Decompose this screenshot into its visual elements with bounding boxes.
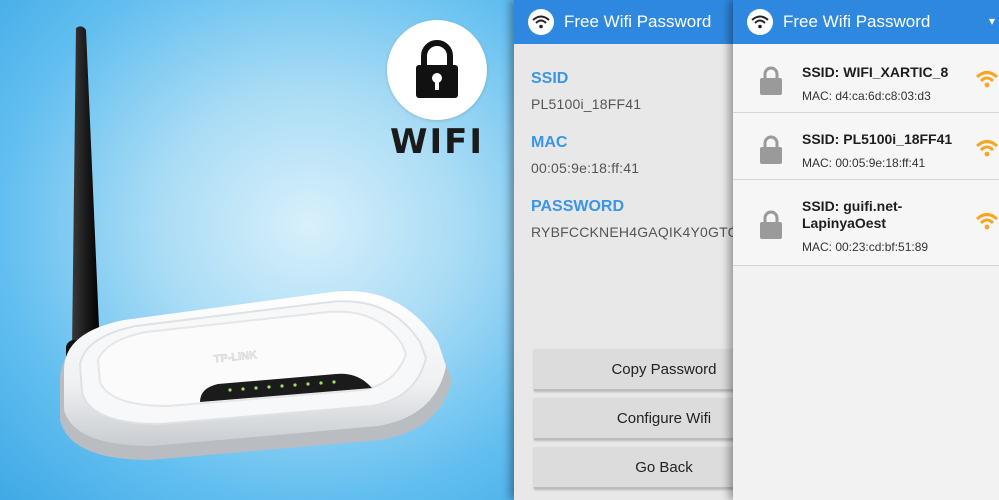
lock-icon: [760, 135, 782, 164]
app-bar: Free Wifi Password ▾: [733, 0, 999, 44]
network-list-screen: Free Wifi Password ▾ SSID: WIFI_XARTIC_8…: [733, 0, 999, 500]
wifi-app-icon: [528, 9, 554, 35]
configure-wifi-label: Configure Wifi: [616, 410, 712, 427]
password-label: PASSWORD: [531, 198, 625, 215]
network-ssid-line2: LapinyaOest: [802, 215, 887, 231]
network-mac: MAC: 00:05:9e:18:ff:41: [802, 156, 926, 170]
lock-icon: [760, 66, 782, 95]
network-list-item[interactable]: SSID: WIFI_XARTIC_8 MAC: d4:ca:6d:c8:03:…: [733, 44, 999, 113]
go-back-button[interactable]: Go Back: [534, 447, 736, 489]
network-ssid: SSID: WIFI_XARTIC_8: [802, 64, 949, 80]
mac-value: 00:05:9e:18:ff:41: [531, 160, 640, 176]
app-title: Free Wifi Password: [783, 12, 931, 31]
details-screen: Free Wifi Password SSID PL5100i_18FF41 M…: [514, 0, 736, 500]
app-bar: Free Wifi Password: [514, 0, 736, 44]
ssid-value: PL5100i_18FF41: [531, 96, 642, 112]
network-list-item[interactable]: SSID: guifi.net- LapinyaOest MAC: 00:23:…: [733, 180, 999, 266]
network-mac: MAC: 00:23:cd:bf:51:89: [802, 240, 929, 254]
network-ssid-line1: SSID: guifi.net-: [802, 198, 903, 214]
app-title: Free Wifi Password: [564, 12, 712, 31]
wifi-app-icon: [747, 9, 773, 35]
network-mac: MAC: d4:ca:6d:c8:03:d3: [802, 89, 931, 103]
overflow-menu-icon[interactable]: ▾: [989, 14, 995, 28]
mac-label: MAC: [531, 134, 568, 151]
go-back-label: Go Back: [635, 459, 693, 476]
network-ssid: SSID: guifi.net- LapinyaOest: [802, 198, 902, 232]
wifi-caption: WIFI: [389, 122, 485, 162]
promo-panel: TP-LINK WIFI: [0, 0, 514, 500]
network-ssid: SSID: PL5100i_18FF41: [802, 131, 953, 147]
ssid-label: SSID: [531, 70, 569, 87]
lock-badge: [387, 20, 487, 120]
copy-password-label: Copy Password: [611, 361, 717, 378]
wifi-signal-icon: [976, 71, 998, 88]
copy-password-button[interactable]: Copy Password: [534, 349, 736, 391]
network-list-item[interactable]: SSID: PL5100i_18FF41 MAC: 00:05:9e:18:ff…: [733, 113, 999, 180]
wifi-signal-icon: [976, 213, 998, 230]
wifi-signal-icon: [976, 140, 998, 157]
configure-wifi-button[interactable]: Configure Wifi: [534, 398, 736, 440]
lock-icon: [760, 210, 782, 239]
password-value: RYBFCCKNEH4GAQIK4Y0GTO: [531, 224, 736, 240]
lock-icon: [416, 40, 458, 98]
network-details: SSID PL5100i_18FF41 MAC 00:05:9e:18:ff:4…: [514, 44, 736, 240]
